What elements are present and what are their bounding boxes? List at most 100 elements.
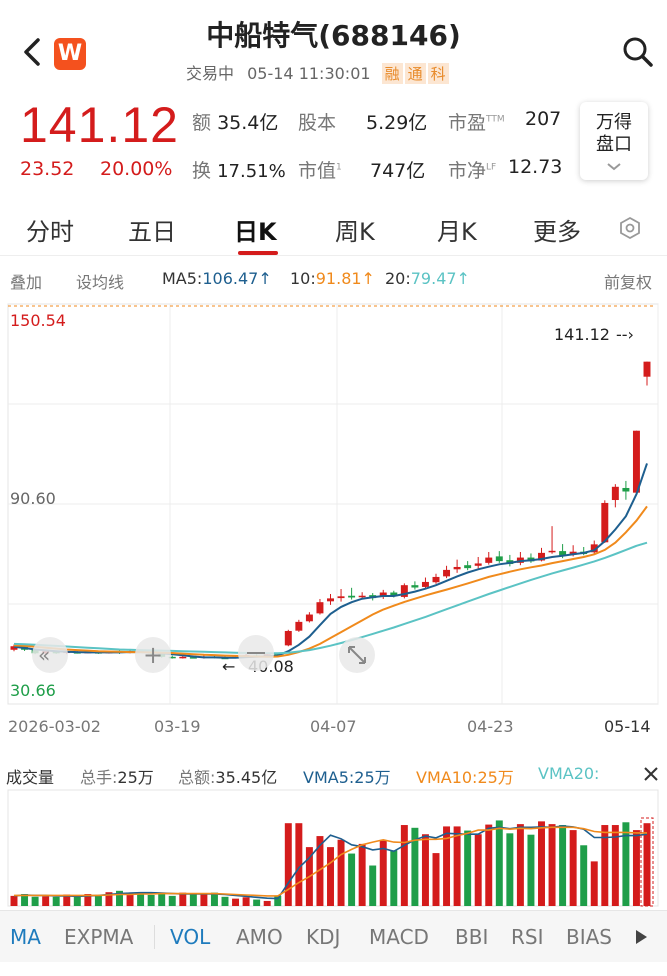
candle-body <box>432 576 440 583</box>
tab-daily-k[interactable]: 日K <box>234 212 277 247</box>
adjust-mode-button[interactable]: 前复权 <box>604 269 652 293</box>
volume-bar <box>464 830 472 906</box>
kline-chart[interactable]: 150.54 90.60 30.66 141.12 --› ← 40.08 « … <box>0 300 667 750</box>
fullscreen-button[interactable] <box>339 637 375 673</box>
volume-title: 成交量 <box>6 768 55 787</box>
low-price-arrow-icon: ← <box>222 657 235 676</box>
stat-mktcap: 市值1 <box>298 160 342 182</box>
set-ma-button[interactable]: 设均线 <box>76 269 124 293</box>
indicator-divider <box>154 925 155 949</box>
volume-bar <box>242 897 250 906</box>
vma20-legend: VMA20: <box>538 764 600 783</box>
search-icon[interactable] <box>620 34 656 70</box>
ma5-legend: MA5:106.47↑ <box>162 269 272 288</box>
candle-body <box>316 602 324 614</box>
volume-bar <box>52 896 60 906</box>
volume-bar <box>168 895 176 906</box>
tab-weekly-k[interactable]: 周K <box>335 212 375 247</box>
candle-body <box>284 630 292 646</box>
volume-bar <box>485 824 493 906</box>
wande-order-book-button[interactable]: 万得 盘口 <box>580 102 648 180</box>
plus-icon: + <box>143 641 163 669</box>
zoom-out-button[interactable] <box>238 635 274 671</box>
volume-bar <box>495 820 503 906</box>
chart-grid <box>7 303 659 705</box>
volume-bar <box>569 830 577 906</box>
volume-bar <box>348 853 356 906</box>
y-axis-top-label: 150.54 <box>10 311 66 330</box>
candle-body <box>495 556 503 562</box>
candle-body <box>632 430 640 493</box>
indicator-macd[interactable]: MACD <box>369 925 429 949</box>
x-label-4: 04-23 <box>467 717 514 736</box>
stat-amount: 额 35.4亿 <box>192 112 279 134</box>
volume-legend-row: 成交量 总手:25万 总额:35.45亿 VMA5:25万 VMA10:25万 … <box>0 762 667 787</box>
x-label-2: 03-19 <box>154 717 201 736</box>
candle-body <box>601 502 609 543</box>
candle-body <box>358 595 366 598</box>
overlay-button[interactable]: 叠加 <box>10 269 42 293</box>
volume-bar <box>232 898 240 906</box>
indicator-bbi[interactable]: BBI <box>455 925 488 949</box>
last-price-arrow-icon: --› <box>616 325 634 344</box>
vma10-legend: VMA10:25万 <box>416 768 514 787</box>
vma5-legend: VMA5:25万 <box>303 768 391 787</box>
play-more-icon[interactable] <box>634 929 648 945</box>
volume-bar <box>432 853 440 906</box>
settings-icon[interactable] <box>618 216 642 240</box>
stat-pb: 市净LF <box>448 160 497 182</box>
wande-label-2: 盘口 <box>596 134 632 155</box>
x-label-3: 04-07 <box>310 717 357 736</box>
indicator-bias[interactable]: BIAS <box>566 925 612 949</box>
candle-body <box>295 621 303 631</box>
stat-mktcap-value: 747亿 <box>370 160 426 182</box>
volume-chart[interactable] <box>0 788 667 908</box>
x-label-start: 2026-03-02 <box>8 717 101 736</box>
stat-pe-value: 207 <box>525 108 562 130</box>
tag-star: 科 <box>427 63 449 84</box>
candle-body <box>622 487 630 492</box>
total-amount: 总额:35.45亿 <box>178 768 278 787</box>
volume-bar <box>632 830 640 906</box>
indicator-kdj[interactable]: KDJ <box>306 925 340 949</box>
y-axis-mid-label: 90.60 <box>10 489 56 508</box>
scroll-left-button[interactable]: « <box>32 637 68 673</box>
volume-bar <box>31 896 39 906</box>
tab-intraday[interactable]: 分时 <box>26 212 74 247</box>
y-axis-bottom-label: 30.66 <box>10 681 56 700</box>
zoom-in-button[interactable]: + <box>135 637 171 673</box>
volume-bar <box>538 821 545 906</box>
candle-body <box>305 614 313 622</box>
x-label-end: 05-14 <box>604 717 651 736</box>
volume-bar <box>643 823 651 906</box>
stat-pe: 市盈TTM <box>448 112 505 134</box>
indicator-expma[interactable]: EXPMA <box>64 925 133 949</box>
active-tab-indicator <box>238 251 278 255</box>
candle-body <box>485 557 493 563</box>
indicator-vol[interactable]: VOL <box>170 925 210 949</box>
close-icon[interactable] <box>643 766 659 782</box>
price-change: 23.52 <box>20 158 75 180</box>
volume-bar <box>327 847 334 906</box>
ma-legend-row: 叠加 设均线 MA5:106.47↑ 10:91.81↑ 20:79.47↑ 前… <box>0 266 667 294</box>
tab-five-day[interactable]: 五日 <box>128 212 176 247</box>
stat-pb-value: 12.73 <box>508 156 563 178</box>
volume-bar <box>369 865 377 906</box>
stock-title: 中船特气(688146) <box>206 19 461 52</box>
ma10-legend: 10:91.81↑ <box>290 269 375 288</box>
price-change-percent: 20.00% <box>100 158 173 180</box>
last-price-marker: 141.12 <box>554 325 610 344</box>
indicator-rsi[interactable]: RSI <box>511 925 544 949</box>
volume-bar <box>421 834 429 906</box>
volume-bar <box>337 839 345 906</box>
volume-bar <box>474 834 482 906</box>
candle-body <box>337 596 345 599</box>
tab-monthly-k[interactable]: 月K <box>437 212 477 247</box>
tab-more[interactable]: 更多 <box>533 212 581 247</box>
candle-body <box>179 656 187 659</box>
indicator-ma[interactable]: MA <box>10 925 41 949</box>
indicator-amo[interactable]: AMO <box>236 925 283 949</box>
volume-bar <box>548 824 556 906</box>
volume-bar <box>580 845 588 906</box>
quote-datetime: 05-14 11:30:01 <box>247 64 371 83</box>
